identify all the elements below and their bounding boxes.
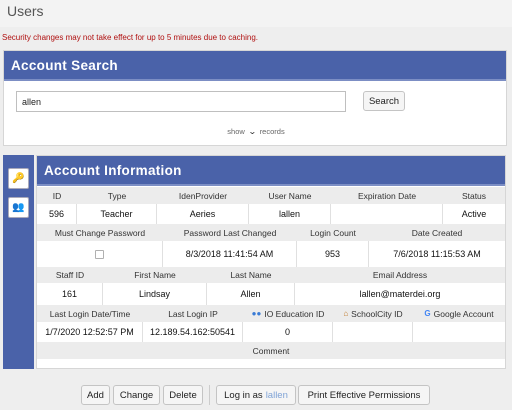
header-google-account: G Google Account — [413, 305, 505, 322]
header-status: Status — [461, 190, 487, 201]
row4-values: 1/7/2020 12:52:57 PM 12.189.54.162:50541… — [37, 322, 505, 342]
header-io-education-id: ●● IO Education ID — [243, 305, 333, 322]
delete-button[interactable]: Delete — [163, 385, 203, 405]
log-in-as-label: Log in as — [224, 389, 263, 401]
row4-headers: Last Login Date/Time Last Login IP ●● IO… — [37, 305, 505, 322]
header-idenprovider: IdenProvider — [178, 190, 228, 201]
account-search-panel: Account Search Search show ⌄ records — [3, 50, 507, 146]
log-in-as-user: lallen — [265, 389, 288, 401]
log-in-as-button[interactable]: Log in as lallen — [216, 385, 296, 405]
header-user-name: User Name — [268, 190, 312, 201]
button-separator — [209, 385, 210, 405]
action-bar: Add Change Delete Log in as lallen Print… — [0, 374, 512, 410]
header-last-name: Last Name — [230, 270, 272, 280]
value-comment — [37, 359, 505, 368]
key-icon[interactable]: 🔑 — [8, 168, 29, 189]
show-label: show — [227, 127, 245, 136]
row3-headers: Staff ID First Name Last Name Email Addr… — [37, 267, 505, 283]
row2-headers: Must Change Password Password Last Chang… — [37, 224, 505, 241]
io-education-icon: ●● — [251, 309, 262, 318]
header-last-login-date: Last Login Date/Time — [49, 308, 131, 319]
header-email-address: Email Address — [372, 270, 428, 280]
value-google-account — [413, 322, 505, 342]
comment-header-row: Comment — [37, 342, 505, 359]
value-expiration-date — [331, 204, 443, 224]
records-label: records — [259, 127, 285, 136]
value-last-name: Allen — [207, 283, 295, 305]
value-type: Teacher — [77, 204, 157, 224]
header-date-created: Date Created — [411, 227, 463, 238]
must-change-password-checkbox[interactable] — [95, 249, 104, 259]
search-input[interactable] — [16, 91, 346, 112]
page-header: Users — [0, 0, 512, 27]
value-user-name: lallen — [249, 204, 331, 224]
row1-headers: ID Type IdenProvider User Name Expiratio… — [37, 187, 505, 204]
value-last-login-date: 1/7/2020 12:52:57 PM — [37, 322, 143, 342]
header-last-login-ip: Last Login IP — [168, 308, 218, 319]
account-information-panel: Account Information ID Type IdenProvider… — [36, 155, 506, 369]
chevron-down-icon: ⌄ — [247, 127, 257, 136]
header-type: Type — [107, 190, 127, 201]
account-information-title: Account Information — [37, 156, 505, 186]
header-password-last-changed: Password Last Changed — [183, 227, 277, 238]
add-button[interactable]: Add — [81, 385, 110, 405]
header-expiration-date: Expiration Date — [357, 190, 417, 201]
value-date-created: 7/6/2018 11:15:53 AM — [393, 249, 481, 259]
header-id: ID — [52, 190, 62, 201]
side-toolbar: 🔑 👥 — [3, 155, 34, 369]
header-google-account-label: Google Account — [433, 308, 494, 319]
show-records-toggle[interactable]: show ⌄ records — [4, 127, 508, 136]
value-idenprovider: Aeries — [157, 204, 249, 224]
value-email-address: lallen@materdei.org — [359, 289, 441, 299]
row2-values: 8/3/2018 11:41:54 AM 953 7/6/2018 11:15:… — [37, 241, 505, 267]
schoolcity-icon: ⌂ — [343, 309, 349, 318]
header-schoolcity-id-label: SchoolCity ID — [351, 308, 403, 319]
value-staff-id: 161 — [37, 283, 103, 305]
value-schoolcity-id — [333, 322, 413, 342]
header-comment: Comment — [252, 345, 290, 356]
value-login-count: 953 — [297, 241, 369, 267]
header-login-count: Login Count — [310, 227, 356, 238]
row3-values: 161 Lindsay Allen lallen@materdei.org — [37, 283, 505, 305]
must-change-password-cell — [37, 241, 163, 267]
account-search-title: Account Search — [4, 51, 506, 81]
google-icon: G — [424, 309, 431, 318]
value-id: 596 — [37, 204, 77, 224]
value-last-login-ip: 12.189.54.162:50541 — [143, 322, 243, 342]
value-first-name: Lindsay — [103, 283, 207, 305]
print-effective-permissions-button[interactable]: Print Effective Permissions — [298, 385, 430, 405]
search-button[interactable]: Search — [363, 91, 405, 111]
row1-values: 596 Teacher Aeries lallen Active — [37, 204, 505, 224]
header-staff-id: Staff ID — [55, 270, 85, 280]
header-first-name: First Name — [134, 270, 176, 280]
change-button[interactable]: Change — [113, 385, 160, 405]
value-io-education-id: 0 — [243, 322, 333, 342]
users-icon[interactable]: 👥 — [8, 197, 29, 218]
value-password-last-changed: 8/3/2018 11:41:54 AM — [163, 241, 297, 267]
header-io-education-id-label: IO Education ID — [264, 308, 325, 319]
value-status: Active — [461, 209, 487, 219]
header-schoolcity-id: ⌂ SchoolCity ID — [333, 305, 413, 322]
cache-warning: Security changes may not take effect for… — [2, 33, 258, 42]
comment-value-row — [37, 359, 505, 368]
page-title: Users — [7, 3, 44, 19]
header-must-change-password: Must Change Password — [54, 227, 146, 238]
